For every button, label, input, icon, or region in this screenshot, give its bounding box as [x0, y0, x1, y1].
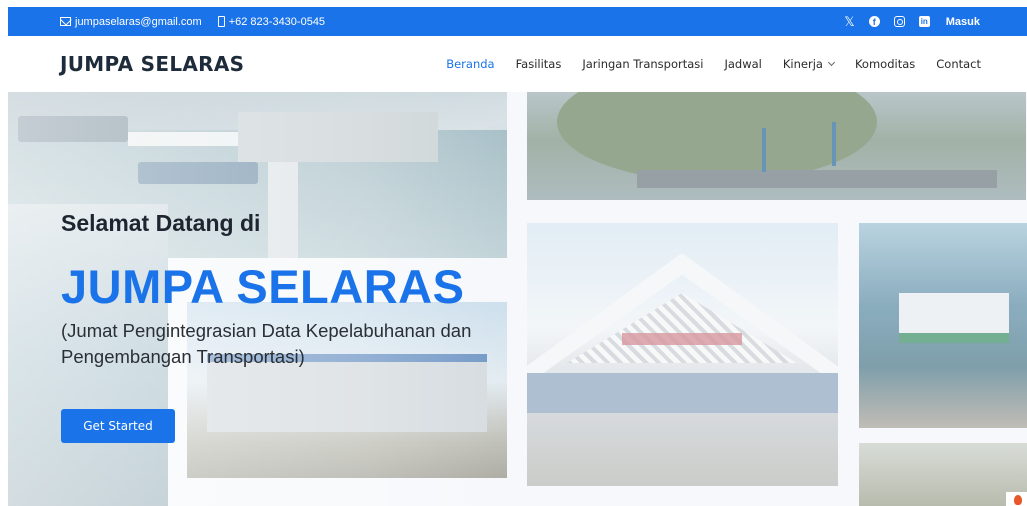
- email-text[interactable]: jumpaselaras@gmail.com: [75, 16, 202, 28]
- top-bar: jumpaselaras@gmail.com +62 823-3430-0545…: [8, 7, 1027, 36]
- phone-icon: [217, 16, 225, 27]
- hero-welcome: Selamat Datang di: [61, 210, 261, 236]
- nav-item-komoditas[interactable]: Komoditas: [855, 57, 915, 71]
- corner-badge[interactable]: [1006, 492, 1027, 506]
- contact-info: jumpaselaras@gmail.com +62 823-3430-0545: [60, 16, 341, 28]
- linkedin-icon[interactable]: in: [918, 16, 930, 27]
- nav-item-fasilitas[interactable]: Fasilitas: [516, 57, 562, 71]
- instagram-icon[interactable]: [893, 16, 905, 27]
- hero-section: Selamat Datang di JUMPA SELARAS (Jumat P…: [8, 92, 1027, 506]
- x-icon[interactable]: 𝕏: [844, 14, 854, 30]
- phone-text[interactable]: +62 823-3430-0545: [229, 16, 325, 28]
- login-link[interactable]: Masuk: [946, 16, 980, 28]
- social-links: 𝕏 f in Masuk: [830, 14, 980, 30]
- phone-contact[interactable]: +62 823-3430-0545: [217, 16, 325, 28]
- nav-item-kinerja[interactable]: Kinerja: [782, 57, 835, 71]
- main-nav: Beranda Fasilitas Jaringan Transportasi …: [425, 57, 981, 71]
- hero-tagline: (Jumat Pengintegrasian Data Kepelabuhana…: [61, 320, 472, 367]
- flame-icon: [1014, 495, 1022, 505]
- email-contact[interactable]: jumpaselaras@gmail.com: [60, 16, 202, 28]
- hero-text: Selamat Datang di JUMPA SELARAS (Jumat P…: [61, 210, 511, 370]
- page: jumpaselaras@gmail.com +62 823-3430-0545…: [0, 0, 1027, 506]
- get-started-button[interactable]: Get Started: [61, 409, 175, 443]
- nav-item-contact[interactable]: Contact: [936, 57, 981, 71]
- nav-item-kinerja-label: Kinerja: [782, 57, 823, 71]
- site-logo[interactable]: JUMPA SELARAS: [60, 52, 244, 76]
- site-header: JUMPA SELARAS Beranda Fasilitas Jaringan…: [8, 36, 1027, 92]
- nav-item-beranda[interactable]: Beranda: [446, 57, 494, 71]
- nav-item-jadwal[interactable]: Jadwal: [724, 57, 761, 71]
- facebook-icon[interactable]: f: [868, 16, 880, 27]
- mail-icon: [60, 17, 71, 26]
- hero-brand: JUMPA SELARAS: [61, 260, 465, 313]
- chevron-down-icon: [827, 58, 835, 67]
- nav-item-jaringan-transportasi[interactable]: Jaringan Transportasi: [582, 57, 703, 71]
